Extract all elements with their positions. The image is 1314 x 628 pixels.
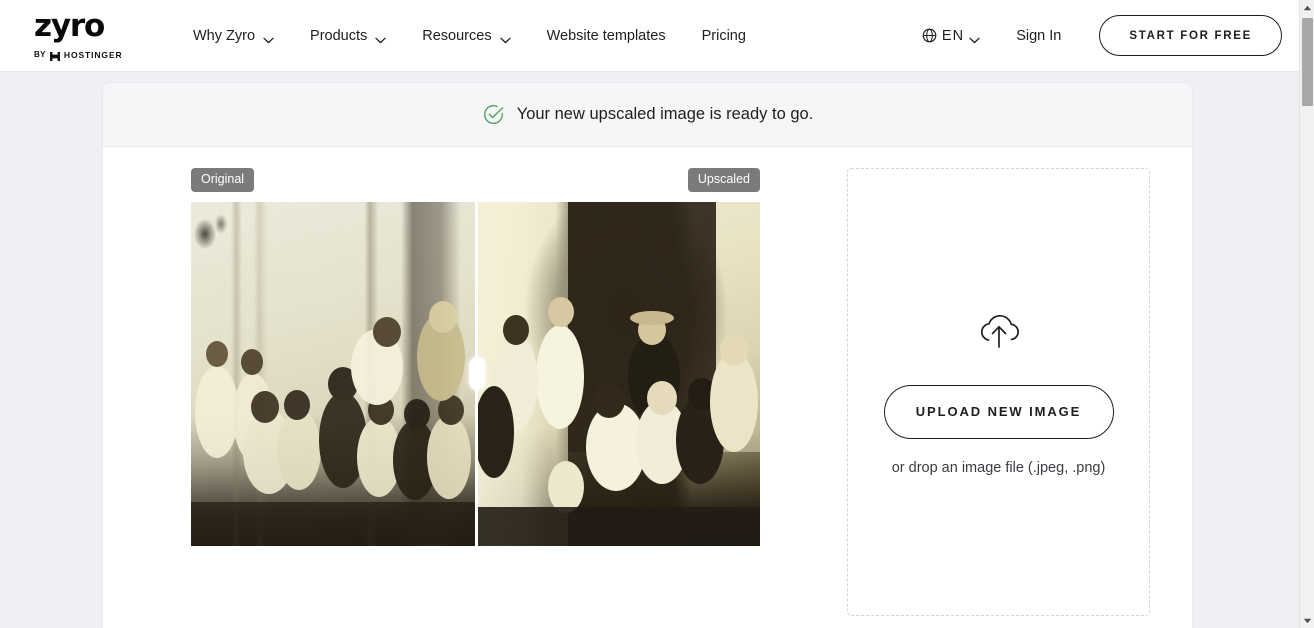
hostinger-h-icon	[49, 49, 61, 60]
scroll-up-arrow-icon[interactable]	[1300, 0, 1314, 15]
upscaled-image	[476, 202, 760, 546]
upload-section: UPLOAD NEW IMAGE or drop an image file (…	[847, 147, 1192, 628]
cloud-upload-icon	[973, 309, 1025, 349]
chevron-down-icon	[969, 32, 980, 39]
nav-label: Resources	[422, 28, 491, 44]
comparison-viewer[interactable]	[191, 202, 760, 546]
nav-item-products[interactable]: Products	[292, 20, 404, 52]
comparison-slider-handle[interactable]	[469, 357, 485, 390]
site-header: zyro BY HOSTINGER Why Zyro Products	[0, 0, 1299, 72]
nav-label: Pricing	[702, 28, 746, 44]
check-circle-icon	[482, 103, 505, 126]
nav-item-website-templates[interactable]: Website templates	[529, 20, 684, 52]
status-message: Your new upscaled image is ready to go.	[517, 105, 814, 124]
header-actions: EN Sign In START FOR FREE	[912, 15, 1299, 56]
logo-byline: BY HOSTINGER	[34, 49, 123, 60]
nav-item-resources[interactable]: Resources	[404, 20, 528, 52]
original-image	[191, 202, 475, 546]
upscaled-badge: Upscaled	[688, 168, 760, 192]
zyro-logo[interactable]: zyro BY HOSTINGER	[30, 11, 142, 60]
logo-wordmark: zyro	[34, 11, 104, 42]
logo-company-text: HOSTINGER	[64, 50, 123, 60]
vertical-scrollbar[interactable]	[1299, 0, 1314, 628]
image-comparison-section: Original Upscaled	[103, 147, 847, 628]
comparison-labels: Original Upscaled	[191, 168, 760, 193]
card-body: Original Upscaled	[103, 147, 1192, 628]
scrollbar-thumb[interactable]	[1302, 18, 1313, 106]
upscaler-card: Your new upscaled image is ready to go. …	[103, 83, 1192, 628]
logo-by-text: BY	[34, 50, 46, 59]
chevron-down-icon	[375, 32, 386, 39]
language-selector[interactable]: EN	[912, 20, 990, 52]
nav-item-why-zyro[interactable]: Why Zyro	[175, 20, 292, 52]
language-label: EN	[942, 28, 964, 44]
start-for-free-button[interactable]: START FOR FREE	[1099, 15, 1282, 56]
nav-item-pricing[interactable]: Pricing	[684, 20, 764, 52]
upload-dropzone[interactable]: UPLOAD NEW IMAGE or drop an image file (…	[847, 168, 1150, 616]
status-banner: Your new upscaled image is ready to go.	[103, 83, 1192, 147]
nav-label: Website templates	[547, 28, 666, 44]
nav-label: Products	[310, 28, 367, 44]
nav-label: Why Zyro	[193, 28, 255, 44]
upscaled-image-pane	[476, 202, 760, 546]
original-badge: Original	[191, 168, 254, 192]
drop-hint-text: or drop an image file (.jpeg, .png)	[892, 460, 1106, 476]
chevron-down-icon	[500, 32, 511, 39]
scroll-down-arrow-icon[interactable]	[1300, 613, 1314, 628]
globe-icon	[922, 28, 937, 43]
primary-navigation: Why Zyro Products Resources Website temp…	[175, 20, 764, 52]
upload-new-image-button[interactable]: UPLOAD NEW IMAGE	[884, 385, 1114, 439]
chevron-down-icon	[263, 32, 274, 39]
browser-viewport: zyro BY HOSTINGER Why Zyro Products	[0, 0, 1314, 628]
original-image-pane	[191, 202, 475, 546]
sign-in-link[interactable]: Sign In	[1000, 20, 1077, 52]
